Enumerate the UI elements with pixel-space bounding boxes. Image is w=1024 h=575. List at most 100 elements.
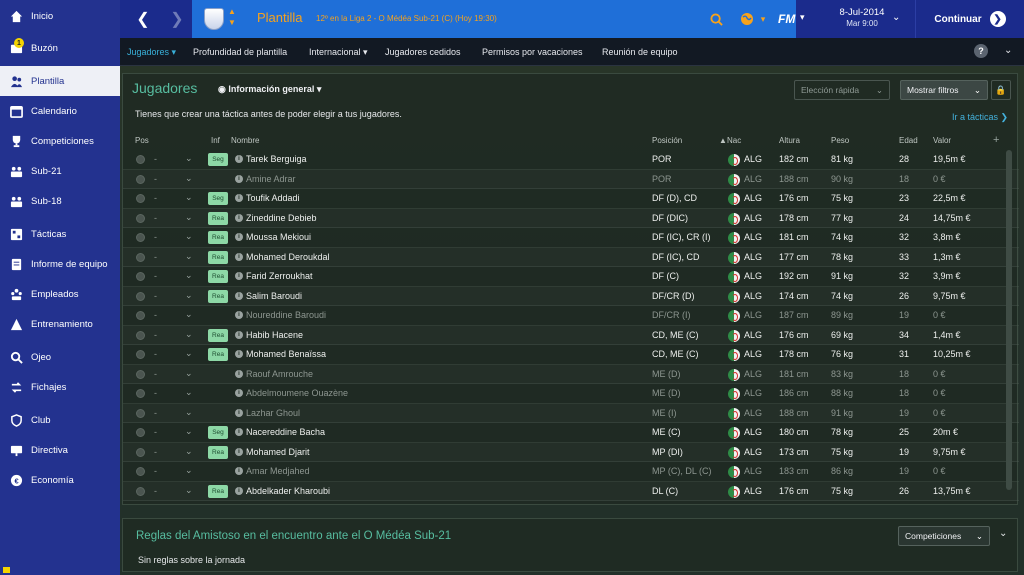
info-icon[interactable]: i xyxy=(235,350,243,358)
player-name[interactable]: Amine Adrar xyxy=(246,174,296,184)
back-icon[interactable]: ❮ xyxy=(128,0,158,38)
selection-dot-icon[interactable] xyxy=(136,330,145,340)
search-icon[interactable] xyxy=(706,0,726,38)
selection-dot-icon[interactable] xyxy=(136,291,145,301)
player-name[interactable]: Zineddine Debieb xyxy=(246,213,317,223)
table-row[interactable]: - ⌄ Rea i Salim Baroudi DF/CR (D) ALG 174 cm 74 … xyxy=(123,287,1019,306)
table-row[interactable]: - ⌄ Rea i Mohamed Deroukdal DF (IC), CD ALG 177… xyxy=(123,248,1019,267)
table-row[interactable]: - ⌄ Rea i Moussa Mekioui DF (IC), CR (I) ALG 18… xyxy=(123,228,1019,248)
row-chevron-icon[interactable]: ⌄ xyxy=(185,407,193,418)
table-row[interactable]: - ⌄ i Lazhar Ghoul ME (I) ALG 188 cm 91 kg 19 0 € xyxy=(123,404,1019,423)
row-chevron-icon[interactable]: ⌄ xyxy=(185,173,193,184)
table-row[interactable]: - ⌄ Seg i Nacereddine Bacha ME (C) ALG 180 cm 78… xyxy=(123,423,1019,443)
sidebar-item-9[interactable]: Empleados xyxy=(0,279,120,309)
row-chevron-icon[interactable]: ⌄ xyxy=(185,387,193,398)
sidebar-item-1[interactable]: Buzón 1 xyxy=(0,33,120,63)
forward-icon[interactable]: ❯ xyxy=(162,0,192,38)
info-icon[interactable]: i xyxy=(235,467,243,475)
selection-dot-icon[interactable] xyxy=(136,350,145,359)
player-name[interactable]: Salim Baroudi xyxy=(246,291,302,301)
sidebar-item-6[interactable]: Sub-18 xyxy=(0,186,120,216)
selection-dot-icon[interactable] xyxy=(136,155,145,164)
player-name[interactable]: Lazhar Ghoul xyxy=(246,408,300,418)
row-chevron-icon[interactable]: ⌄ xyxy=(185,231,193,242)
tab-5[interactable]: Reunión de equipo xyxy=(602,47,678,57)
info-icon[interactable]: i xyxy=(235,408,243,417)
continue-button[interactable]: Continuar ❯ xyxy=(915,0,1024,38)
selection-dot-icon[interactable] xyxy=(136,272,145,281)
info-icon[interactable]: i xyxy=(235,272,243,280)
table-row[interactable]: - ⌄ Seg i Tarek Berguiga POR ALG 182 cm 81 kg 28 1… xyxy=(123,150,1019,170)
row-chevron-icon[interactable]: ⌄ xyxy=(185,251,193,262)
player-name[interactable]: Abdelmoumene Ouazène xyxy=(246,388,348,398)
club-crest-icon[interactable] xyxy=(204,8,224,30)
table-row[interactable]: - ⌄ Rea i Mohamed Djarit MP (DI) ALG 173 cm 75 k… xyxy=(123,443,1019,462)
selection-dot-icon[interactable] xyxy=(136,233,145,242)
col-weight[interactable]: Peso xyxy=(831,136,849,145)
row-chevron-icon[interactable]: ⌄ xyxy=(185,465,193,476)
selection-dot-icon[interactable] xyxy=(136,486,145,496)
sidebar-item-7[interactable]: Tácticas xyxy=(0,219,120,249)
sidebar-item-13[interactable]: Club xyxy=(0,405,120,435)
player-name[interactable]: Mohamed Djarit xyxy=(246,447,310,457)
table-row[interactable]: - ⌄ i Abdelmoumene Ouazène ME (D) ALG 186 cm 88… xyxy=(123,384,1019,404)
info-icon[interactable]: i xyxy=(235,428,243,436)
player-name[interactable]: Habib Hacene xyxy=(246,330,303,340)
selection-dot-icon[interactable] xyxy=(136,311,145,320)
row-chevron-icon[interactable]: ⌄ xyxy=(185,290,193,301)
table-scrollbar[interactable] xyxy=(1006,150,1012,490)
info-icon[interactable]: i xyxy=(235,155,243,163)
info-icon[interactable]: i xyxy=(235,311,243,319)
col-inf[interactable]: Inf xyxy=(211,136,220,145)
sidebar-item-10[interactable]: Entrenamiento xyxy=(0,309,120,339)
tab-3[interactable]: Jugadores cedidos xyxy=(385,47,461,57)
flag-icon[interactable] xyxy=(3,567,10,573)
sidebar-item-15[interactable]: € Economía xyxy=(0,465,120,495)
tab-2[interactable]: Internacional ▾ xyxy=(309,47,368,58)
row-chevron-icon[interactable]: ⌄ xyxy=(185,368,193,379)
add-column-icon[interactable]: + xyxy=(993,134,999,146)
selection-dot-icon[interactable] xyxy=(136,428,145,437)
info-icon[interactable]: i xyxy=(235,233,243,241)
selection-dot-icon[interactable] xyxy=(136,408,145,418)
collapse-chevron-icon[interactable]: ⌄ xyxy=(999,528,1007,539)
row-chevron-icon[interactable]: ⌄ xyxy=(185,270,193,281)
table-row[interactable]: - ⌄ i Raouf Amrouche ME (D) ALG 181 cm 83 kg 18 0… xyxy=(123,365,1019,384)
row-chevron-icon[interactable]: ⌄ xyxy=(185,212,193,223)
selection-dot-icon[interactable] xyxy=(136,174,145,184)
col-position[interactable]: Posición xyxy=(652,136,682,145)
row-chevron-icon[interactable]: ⌄ xyxy=(185,348,193,359)
sidebar-item-0[interactable]: Inicio xyxy=(0,1,120,31)
row-chevron-icon[interactable]: ⌄ xyxy=(185,153,193,164)
player-name[interactable]: Noureddine Baroudi xyxy=(246,310,326,320)
row-chevron-icon[interactable]: ⌄ xyxy=(185,329,193,340)
table-row[interactable]: - ⌄ Seg i Toufik Addadi DF (D), CD ALG 176 cm 75… xyxy=(123,189,1019,209)
col-nat[interactable]: Nac xyxy=(727,136,741,145)
quick-select-dropdown[interactable]: Elección rápida ⌄ xyxy=(794,80,890,100)
col-value[interactable]: Valor xyxy=(933,136,951,145)
info-icon[interactable]: i xyxy=(235,291,243,300)
sidebar-item-3[interactable]: Calendario xyxy=(0,96,120,126)
selection-dot-icon[interactable] xyxy=(136,252,145,262)
player-name[interactable]: Mohamed Deroukdal xyxy=(246,252,330,262)
sidebar-item-5[interactable]: Sub-21 xyxy=(0,156,120,186)
player-name[interactable]: Tarek Berguiga xyxy=(246,154,307,164)
selection-dot-icon[interactable] xyxy=(136,369,145,379)
col-name[interactable]: Nombre xyxy=(231,136,259,145)
info-icon[interactable]: i xyxy=(235,447,243,456)
row-chevron-icon[interactable]: ⌄ xyxy=(185,192,193,203)
row-chevron-icon[interactable]: ⌄ xyxy=(185,485,193,496)
info-icon[interactable]: i xyxy=(235,389,243,397)
info-icon[interactable]: i xyxy=(235,369,243,378)
competitions-dropdown[interactable]: Competiciones ⌄ xyxy=(898,526,990,546)
table-row[interactable]: - ⌄ Rea i Zineddine Debieb DF (DIC) ALG 178 cm 7… xyxy=(123,209,1019,228)
row-chevron-icon[interactable]: ⌄ xyxy=(185,446,193,457)
table-row[interactable]: - ⌄ Rea i Mohamed Benaïssa CD, ME (C) ALG 178 c… xyxy=(123,345,1019,365)
collapse-chevron-icon[interactable]: ⌄ xyxy=(1004,45,1012,56)
date-chevron-icon[interactable]: ⌄ xyxy=(892,12,900,23)
sidebar-item-4[interactable]: Competiciones xyxy=(0,126,120,156)
info-icon[interactable]: i xyxy=(235,486,243,495)
tab-1[interactable]: Profundidad de plantilla xyxy=(193,47,287,57)
fm-menu-chevron-icon[interactable]: ▾ xyxy=(800,12,805,23)
selection-dot-icon[interactable] xyxy=(136,447,145,457)
